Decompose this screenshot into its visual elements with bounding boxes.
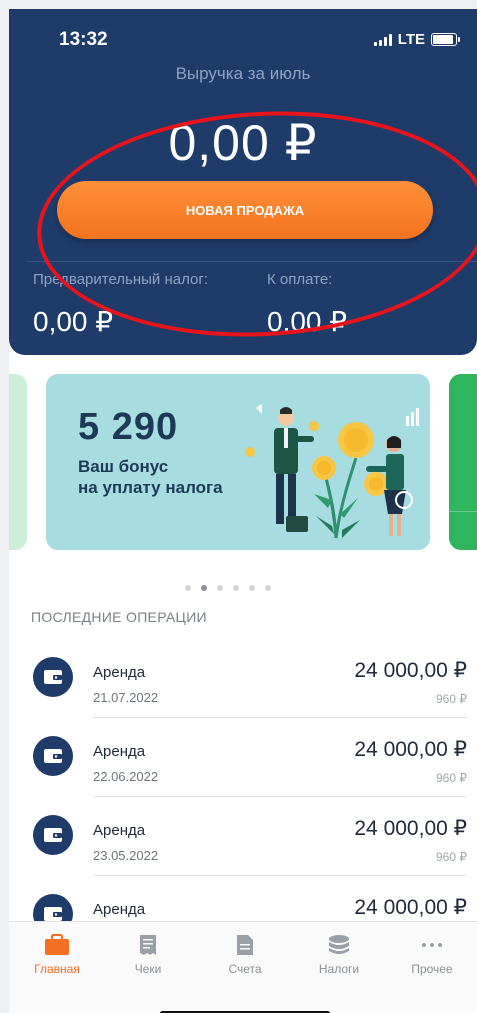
operation-amount: 24 000,00 ₽ (354, 896, 467, 919)
prepaid-tax-value: 0,00 ₽ (33, 306, 114, 337)
carousel-pagination (185, 585, 271, 591)
operation-name: Аренда (93, 822, 146, 839)
operation-row[interactable]: Аренда 23.05.2022 24 000,00 ₽ 960 ₽ (9, 797, 477, 876)
receipt-icon (108, 932, 188, 958)
pagination-dot[interactable] (217, 585, 223, 591)
operation-row[interactable]: Аренда 21.07.2022 24 000,00 ₽ 960 ₽ (9, 639, 477, 718)
header-divider (27, 261, 477, 262)
battery-icon (431, 33, 460, 46)
network-type: LTE (397, 31, 425, 48)
next-card-divider (449, 511, 477, 512)
carousel-card-next[interactable] (449, 374, 477, 550)
pagination-dot[interactable] (233, 585, 239, 591)
wallet-icon (33, 815, 73, 855)
bonus-text: Ваш бонус на уплату налога (78, 456, 223, 498)
operation-date: 23.05.2022 (93, 848, 159, 863)
document-icon (205, 932, 285, 958)
recent-operations-title: ПОСЛЕДНИЕ ОПЕРАЦИИ (31, 609, 207, 625)
status-time: 13:32 (59, 29, 108, 50)
pagination-dot[interactable] (201, 585, 207, 591)
new-sale-button[interactable]: НОВАЯ ПРОДАЖА (57, 181, 433, 239)
tab-document[interactable]: Счета (205, 932, 285, 976)
tab-label: Прочее (411, 962, 453, 976)
tab-label: Главная (34, 962, 80, 976)
operation-row[interactable]: Аренда 22.06.2022 24 000,00 ₽ 960 ₽ (9, 718, 477, 797)
money-tree-illustration (245, 404, 419, 539)
status-indicators: LTE (373, 31, 460, 48)
to-pay-value: 0,00 ₽ (267, 306, 348, 337)
briefcase-icon (17, 932, 97, 958)
tab-coins[interactable]: Налоги (299, 932, 379, 976)
operations-list: Аренда 21.07.2022 24 000,00 ₽ 960 ₽ Аренда 22… (9, 639, 477, 955)
bottom-tab-bar: Главная Чеки Счета Налоги Прочее (9, 921, 477, 1013)
pagination-dot[interactable] (185, 585, 191, 591)
operation-name: Аренда (93, 901, 146, 918)
tab-label: Счета (228, 962, 262, 976)
bonus-text-line1: Ваш бонус (78, 457, 169, 476)
prepaid-tax-label: Предварительный налог: (33, 271, 209, 288)
tab-briefcase[interactable]: Главная (17, 932, 97, 976)
carousel-card-previous[interactable] (9, 374, 27, 550)
operation-amount: 24 000,00 ₽ (354, 659, 467, 682)
pagination-dot[interactable] (265, 585, 271, 591)
operation-name: Аренда (93, 664, 146, 681)
tab-label: Налоги (318, 962, 360, 976)
wallet-icon (33, 657, 73, 697)
operation-tax: 960 ₽ (436, 692, 467, 706)
operation-amount: 24 000,00 ₽ (354, 817, 467, 840)
operation-amount: 24 000,00 ₽ (354, 738, 467, 761)
wallet-icon (33, 736, 73, 776)
revenue-value: 0,00 ₽ (168, 115, 318, 171)
operation-tax: 960 ₽ (436, 850, 467, 864)
pagination-dot[interactable] (249, 585, 255, 591)
to-pay-label: К оплате: (267, 271, 333, 288)
bonus-text-line2: на уплату налога (78, 478, 223, 497)
summary-header: 13:32 LTE Выручка за июль 0,00 ₽ НОВАЯ П… (9, 9, 477, 355)
coins-icon (299, 932, 379, 958)
operation-date: 21.07.2022 (93, 690, 159, 705)
more-icon (392, 932, 472, 958)
bonus-amount: 5 290 (78, 406, 179, 448)
revenue-label: Выручка за июль (175, 64, 311, 83)
tab-receipt[interactable]: Чеки (108, 932, 188, 976)
tab-more[interactable]: Прочее (392, 932, 472, 976)
bonus-banner-card[interactable]: 5 290 Ваш бонус на уплату налога (46, 374, 430, 550)
operation-date: 22.06.2022 (93, 769, 159, 784)
operation-tax: 960 ₽ (436, 771, 467, 785)
tab-label: Чеки (134, 962, 162, 976)
phone-screen: 13:32 LTE Выручка за июль 0,00 ₽ НОВАЯ П… (9, 9, 477, 1013)
signal-icon (373, 33, 392, 46)
operation-name: Аренда (93, 743, 146, 760)
